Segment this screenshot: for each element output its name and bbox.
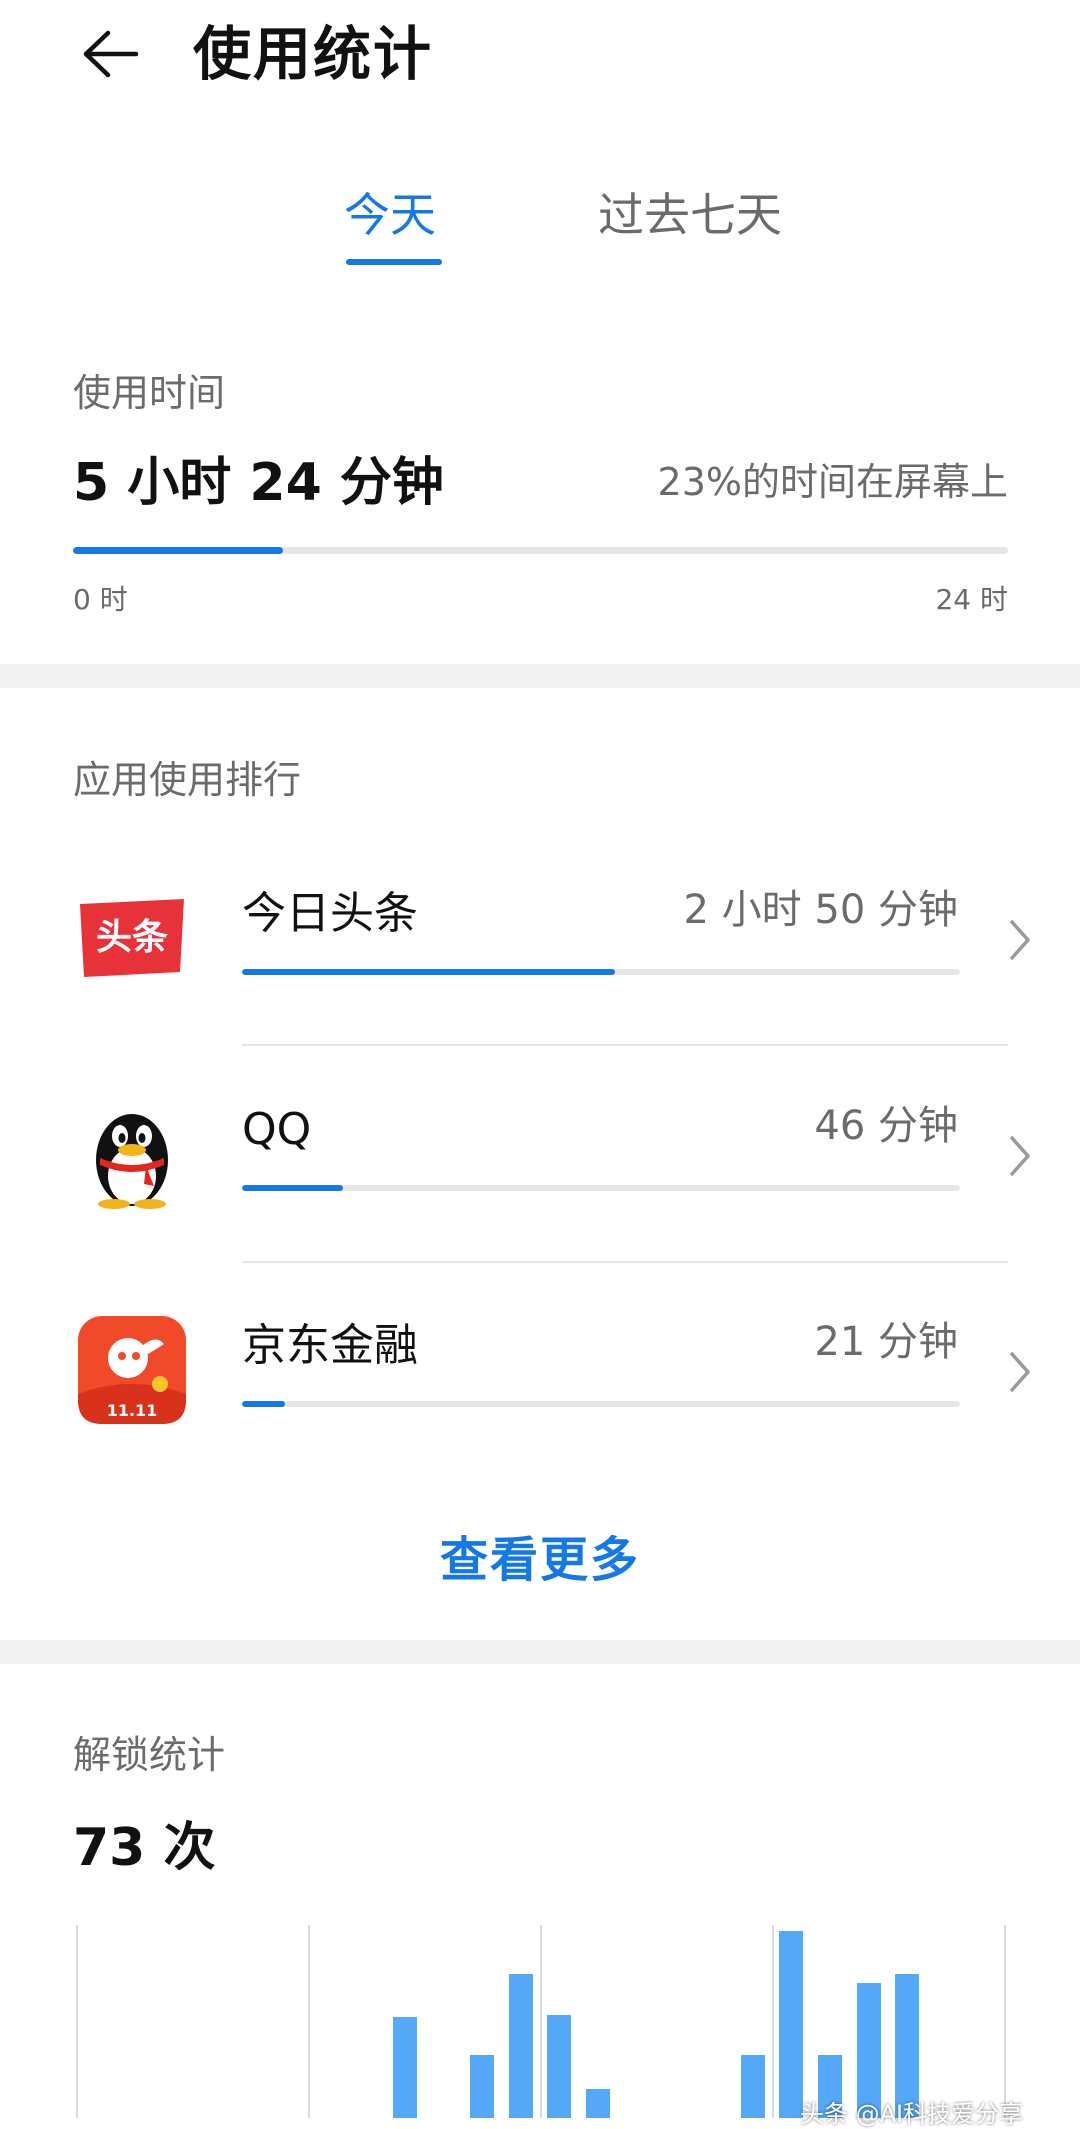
jd-finance-icon: 11.11 bbox=[76, 1314, 188, 1426]
app-usage-bar bbox=[242, 1185, 960, 1191]
app-name: 今日头条 bbox=[242, 888, 418, 939]
chevron-right-icon bbox=[1010, 1136, 1030, 1176]
arrow-left-icon bbox=[83, 30, 139, 78]
unlock-stats-label: 解锁统计 bbox=[73, 1733, 226, 1777]
jd-finance-icon-text: 11.11 bbox=[106, 1401, 158, 1420]
app-usage-time: 21 分钟 bbox=[814, 1319, 958, 1365]
toutiao-icon: 头条 bbox=[76, 882, 188, 994]
back-button[interactable] bbox=[70, 14, 150, 94]
unlock-bar bbox=[392, 2017, 417, 2118]
tab-active-indicator bbox=[346, 259, 442, 265]
chart-gridline bbox=[76, 1925, 78, 2118]
screen-percent-text: 23%的时间在屏幕上 bbox=[657, 460, 1008, 504]
app-row-toutiao[interactable]: 头条 今日头条 2 小时 50 分钟 bbox=[0, 832, 1080, 1048]
app-row-qq[interactable]: QQ 46 分钟 bbox=[0, 1048, 1080, 1264]
app-usage-bar-fill bbox=[242, 1185, 343, 1191]
unlock-count-value: 73 次 bbox=[73, 1818, 216, 1878]
page-title: 使用统计 bbox=[193, 20, 434, 88]
toutiao-icon-text: 头条 bbox=[95, 917, 168, 958]
usage-time-label: 使用时间 bbox=[73, 371, 226, 415]
app-row-jd-finance[interactable]: 11.11 京东金融 21 分钟 bbox=[0, 1264, 1080, 1480]
section-divider bbox=[0, 1640, 1080, 1664]
unlock-bar bbox=[547, 2014, 572, 2118]
axis-end-label: 24 时 bbox=[935, 583, 1008, 616]
section-divider bbox=[0, 664, 1080, 688]
unlock-bar bbox=[586, 2089, 610, 2118]
usage-time-progress bbox=[73, 547, 1008, 554]
unlock-bar bbox=[508, 1974, 533, 2118]
chart-gridline bbox=[772, 1925, 774, 2118]
app-usage-bar-fill bbox=[242, 969, 616, 975]
watermark-text: 头条 @AI科技爱分享 bbox=[800, 2100, 1024, 2128]
unlock-bar bbox=[779, 1931, 804, 2118]
app-usage-bar-fill bbox=[242, 1401, 286, 1407]
tab-past-seven-days[interactable]: 过去七天 bbox=[580, 185, 800, 245]
usage-time-value: 5 小时 24 分钟 bbox=[73, 453, 444, 513]
app-ranking-label: 应用使用排行 bbox=[73, 758, 302, 802]
chevron-right-icon bbox=[1010, 1352, 1030, 1392]
app-name: 京东金融 bbox=[242, 1320, 418, 1371]
axis-start-label: 0 时 bbox=[73, 583, 128, 616]
app-usage-time: 46 分钟 bbox=[814, 1103, 958, 1149]
tab-today[interactable]: 今天 bbox=[330, 185, 450, 245]
unlock-bar bbox=[740, 2054, 765, 2118]
chart-gridline bbox=[1004, 1925, 1006, 2118]
app-usage-bar bbox=[242, 1401, 960, 1407]
chart-gridline bbox=[308, 1925, 310, 2118]
unlock-bar bbox=[470, 2054, 494, 2118]
app-name: QQ bbox=[242, 1104, 312, 1155]
chart-gridline bbox=[540, 1925, 542, 2118]
view-more-link[interactable]: 查看更多 bbox=[390, 1528, 690, 1592]
app-usage-bar bbox=[242, 969, 960, 975]
row-separator bbox=[242, 1261, 1008, 1263]
usage-time-progress-fill bbox=[73, 547, 284, 554]
qq-penguin-icon bbox=[76, 1098, 188, 1210]
app-usage-time: 2 小时 50 分钟 bbox=[683, 887, 959, 933]
chevron-right-icon bbox=[1010, 920, 1030, 960]
row-separator bbox=[242, 1044, 1008, 1046]
